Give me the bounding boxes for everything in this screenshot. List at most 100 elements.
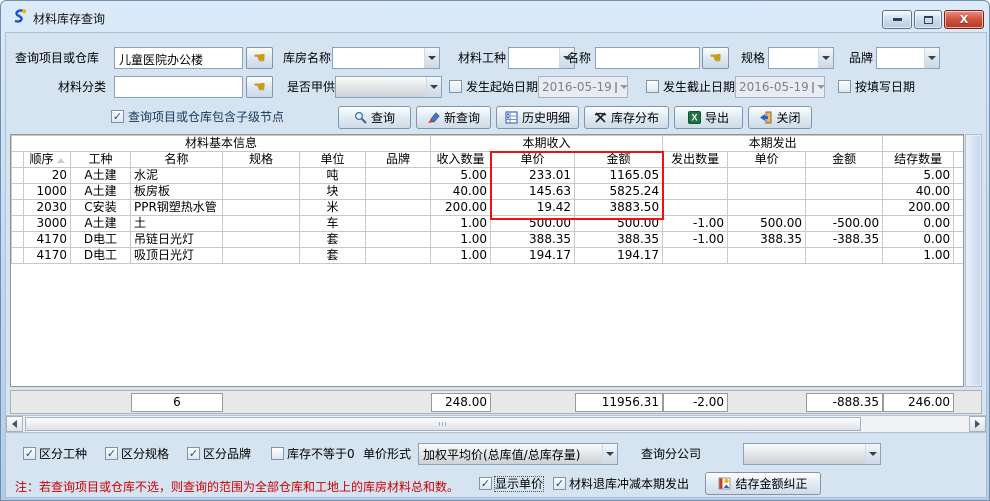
cell-r0-c4[interactable]: 吨 [300,168,366,184]
column-header-6[interactable]: 品牌 [366,152,431,168]
cell-r3-c6[interactable]: 1.00 [431,216,491,232]
cell-r0-c11[interactable] [806,168,883,184]
cell-r2-c5[interactable] [366,200,431,216]
cell-r3-c0[interactable]: 3000 [24,216,71,232]
close-button[interactable]: X [944,10,984,29]
cell-r0-c8[interactable]: 1165.05 [575,168,663,184]
column-header-1[interactable]: 顺序 [24,152,71,168]
row-selector[interactable] [12,184,24,200]
column-header-10[interactable]: 发出数量 [663,152,728,168]
cell-r1-c9[interactable] [663,184,728,200]
cell-r2-c7[interactable]: 19.42 [491,200,575,216]
horizontal-scrollbar[interactable] [5,415,987,433]
cell-r4-c4[interactable]: 套 [300,232,366,248]
branch-select[interactable] [743,443,881,465]
cell-r5-c7[interactable]: 194.17 [491,248,575,264]
horizontal-scrollbar-track[interactable] [23,416,969,432]
cell-r5-c8[interactable]: 194.17 [575,248,663,264]
chevron-down-icon[interactable] [602,444,617,464]
scroll-right-arrow[interactable] [969,416,986,432]
history-detail-button[interactable]: 历史明细 [496,106,579,129]
cell-r0-c2[interactable]: 水泥 [131,168,223,184]
name-input[interactable] [595,47,700,69]
distinguish-worktype-checkbox[interactable] [23,447,36,460]
cell-r1-c1[interactable]: A土建 [71,184,131,200]
row-selector[interactable] [12,216,24,232]
cell-r2-c10[interactable] [728,200,806,216]
export-button[interactable]: X 导出 [674,106,743,129]
row-selector[interactable] [12,232,24,248]
cell-r1-c10[interactable] [728,184,806,200]
minimize-button[interactable] [882,10,912,29]
cell-r2-c6[interactable]: 200.00 [431,200,491,216]
scroll-left-arrow[interactable] [6,416,23,432]
end-date-field[interactable]: 2016-05-19 [735,76,825,98]
project-input[interactable]: 儿童医院办公楼 [114,47,243,69]
price-form-select[interactable]: 加权平均价(总库值/总库存量) [418,443,618,465]
warehouse-select[interactable] [332,47,440,69]
cell-r0-c3[interactable] [223,168,300,184]
cell-r1-c7[interactable]: 145.63 [491,184,575,200]
cell-r3-c11[interactable]: -500.00 [806,216,883,232]
cell-r4-c10[interactable]: 388.35 [728,232,806,248]
cell-r3-c8[interactable]: 500.00 [575,216,663,232]
cell-r0-c10[interactable] [728,168,806,184]
end-date-checkbox[interactable] [646,80,659,93]
cell-r4-c9[interactable]: -1.00 [663,232,728,248]
column-header-12[interactable]: 金额 [806,152,883,168]
worktype-select[interactable] [508,47,575,69]
cell-r0-c5[interactable] [366,168,431,184]
column-header-7[interactable]: 收入数量 [431,152,491,168]
cell-r0-c0[interactable]: 20 [24,168,71,184]
cell-r3-c3[interactable] [223,216,300,232]
cell-r3-c12[interactable]: 0.00 [883,216,954,232]
cell-r5-c10[interactable] [728,248,806,264]
column-header-9[interactable]: 金额 [575,152,663,168]
query-button[interactable]: 查询 [338,106,411,129]
chevron-down-icon[interactable] [424,48,439,68]
cell-r2-c8[interactable]: 3883.50 [575,200,663,216]
cell-r4-c0[interactable]: 4170 [24,232,71,248]
cell-r5-c9[interactable] [663,248,728,264]
cell-r1-c5[interactable] [366,184,431,200]
maximize-button[interactable] [914,10,942,29]
column-header-3[interactable]: 名称 [131,152,223,168]
cell-r5-c12[interactable]: 1.00 [883,248,954,264]
cell-r2-c3[interactable] [223,200,300,216]
cell-r4-c8[interactable]: 388.35 [575,232,663,248]
category-picker-button[interactable]: ☚ [246,76,273,98]
chevron-down-icon[interactable] [817,85,825,89]
distinguish-brand-checkbox[interactable] [187,447,200,460]
project-picker-button[interactable]: ☚ [246,47,273,69]
cell-r1-c8[interactable]: 5825.24 [575,184,663,200]
cell-r5-c3[interactable] [223,248,300,264]
cell-r3-c5[interactable] [366,216,431,232]
chevron-down-icon[interactable] [924,48,939,68]
cell-r5-c0[interactable]: 4170 [24,248,71,264]
spec-select[interactable] [768,47,834,69]
cell-r1-c3[interactable] [223,184,300,200]
stock-distribution-button[interactable]: 库存分布 [584,106,669,129]
distinguish-spec-checkbox[interactable] [105,447,118,460]
vertical-scrollbar-thumb[interactable] [967,136,980,385]
cell-r0-c7[interactable]: 233.01 [491,168,575,184]
cell-r3-c2[interactable]: 土 [131,216,223,232]
cell-r2-c12[interactable]: 200.00 [883,200,954,216]
column-header-8[interactable]: 单价 [491,152,575,168]
cell-r4-c12[interactable]: 0.00 [883,232,954,248]
new-query-button[interactable]: 新查询 [416,106,491,129]
cell-r0-c1[interactable]: A土建 [71,168,131,184]
chevron-down-icon[interactable] [620,85,628,89]
cell-r5-c6[interactable]: 1.00 [431,248,491,264]
cell-r5-c5[interactable] [366,248,431,264]
cell-r2-c9[interactable] [663,200,728,216]
cell-r5-c2[interactable]: 吸顶日光灯 [131,248,223,264]
close-form-button[interactable]: 关闭 [748,106,812,129]
cell-r5-c11[interactable] [806,248,883,264]
column-header-13[interactable]: 结存数量 [883,152,954,168]
column-header-11[interactable]: 单价 [728,152,806,168]
cell-r3-c9[interactable]: -1.00 [663,216,728,232]
chevron-down-icon[interactable] [426,77,441,97]
cell-r1-c4[interactable]: 块 [300,184,366,200]
horizontal-scrollbar-thumb[interactable] [25,417,861,431]
